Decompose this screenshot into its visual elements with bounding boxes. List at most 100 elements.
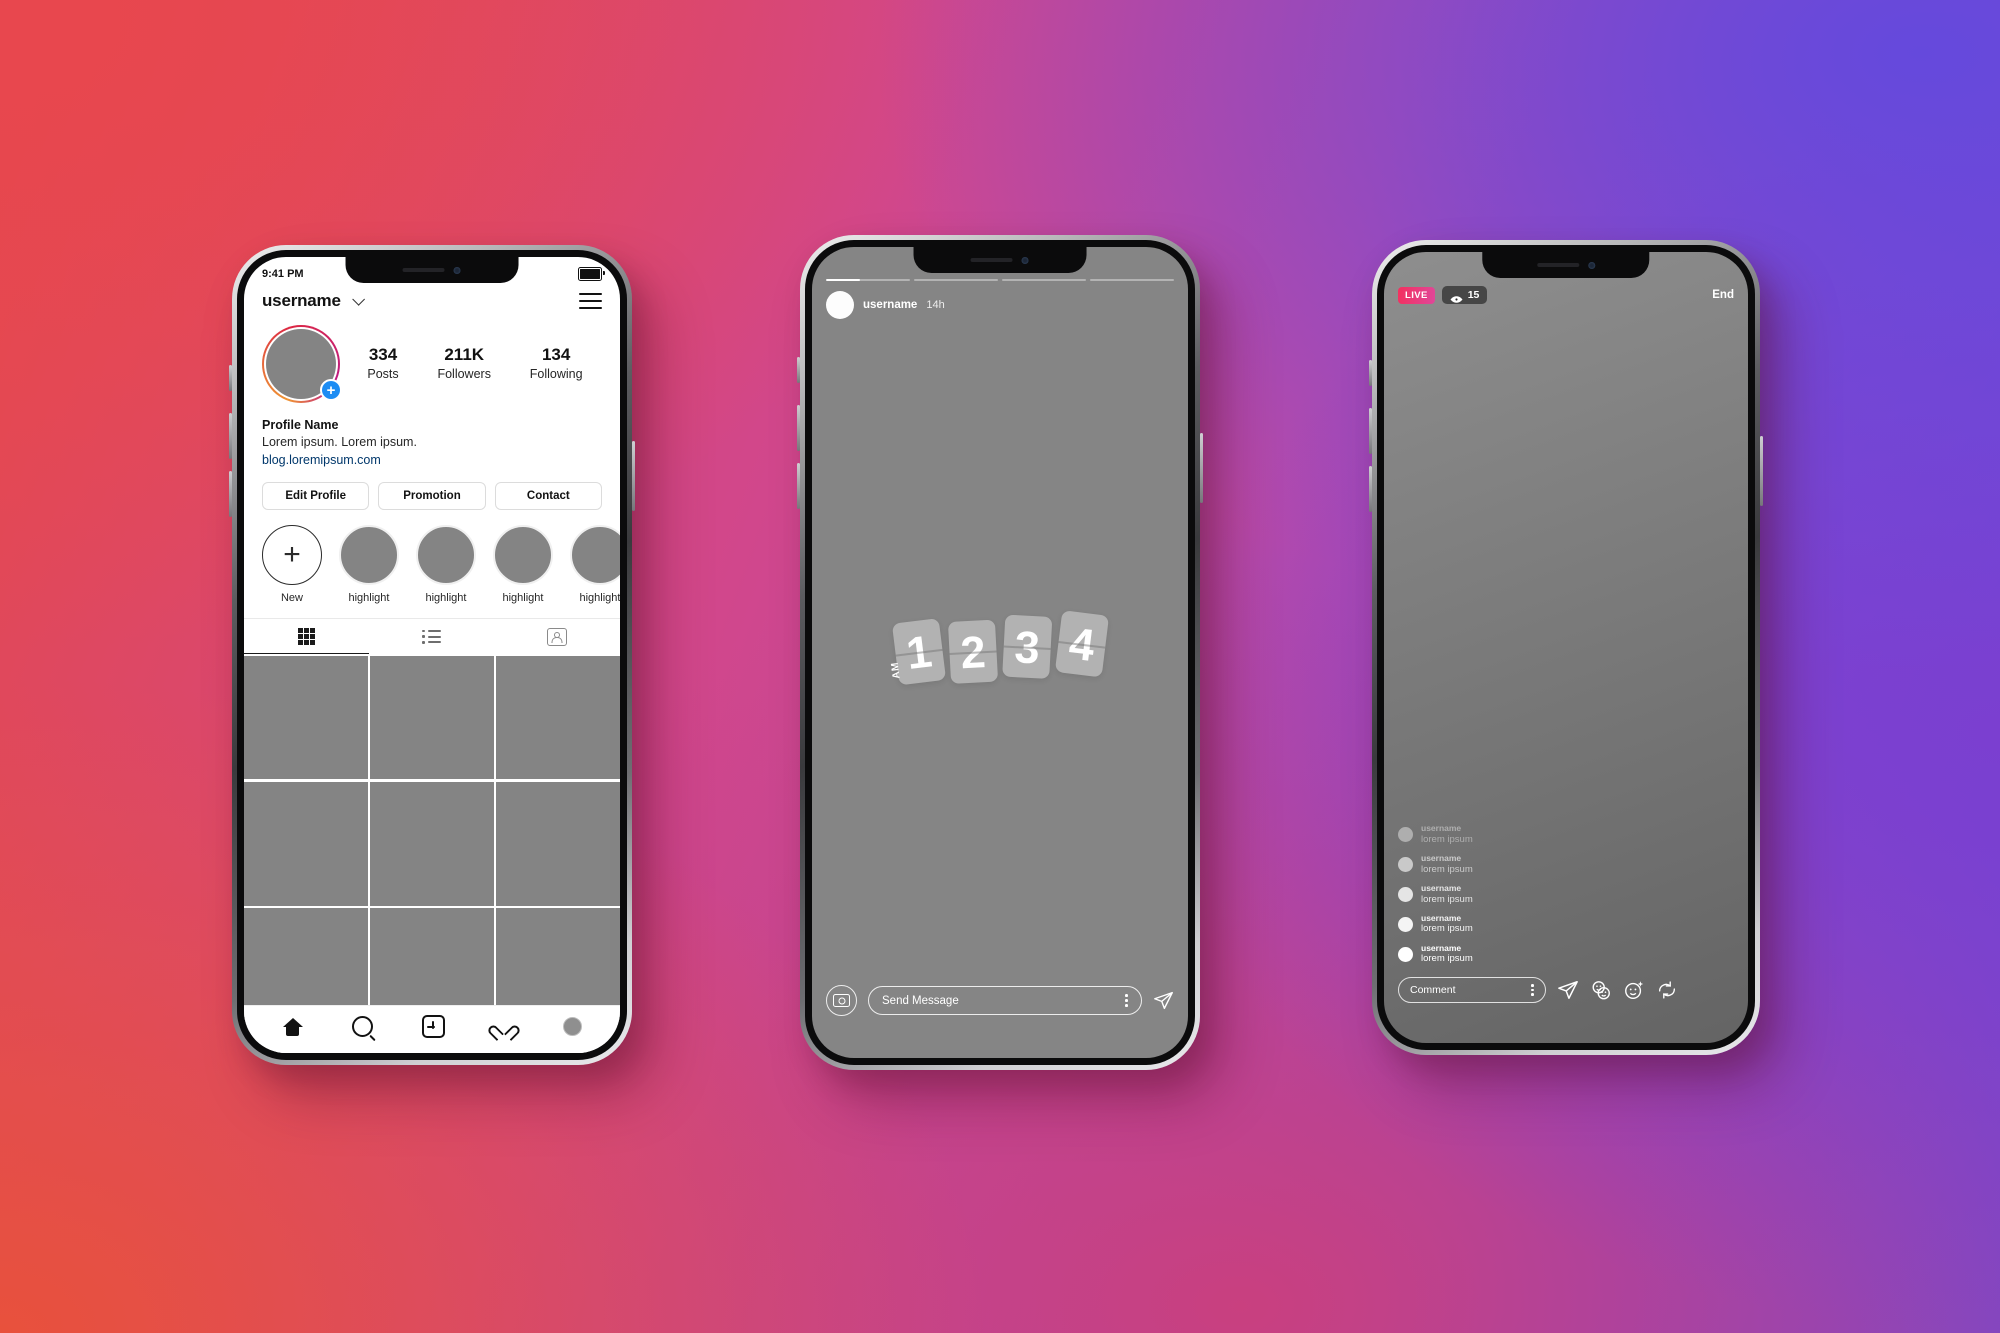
highlight-item[interactable]: highlight [339,524,399,604]
stat-following[interactable]: 134 Following [530,345,583,383]
viewer-count-badge[interactable]: 15 [1441,286,1488,304]
comment-avatar [1398,916,1413,932]
end-live-button[interactable]: End [1712,289,1734,301]
status-time: 9:41 PM [262,268,304,280]
stat-posts[interactable]: 334 Posts [367,345,398,383]
comment-row: username lorem ipsum [1398,853,1660,875]
profile-avatar-icon[interactable] [562,1017,582,1036]
comment-username: username [1421,823,1462,834]
add-story-plus-icon[interactable]: + [320,379,342,401]
volume-down-button[interactable] [1369,466,1372,512]
comment-avatar [1398,946,1413,962]
clock-digit: 2 [947,619,999,684]
comment-row: username lorem ipsum [1398,913,1660,935]
comment-message: lorem ipsum [1421,893,1473,905]
highlight-item[interactable]: highlight [493,524,553,604]
notch [345,257,519,283]
more-vertical-icon[interactable] [1531,983,1534,997]
story-footer: Send Message [826,985,1174,1016]
send-paper-plane-icon[interactable] [1153,990,1174,1011]
progress-segment[interactable] [1090,279,1174,282]
search-icon[interactable] [351,1016,373,1037]
comment-input[interactable]: Comment [1398,977,1546,1003]
battery-full-icon [578,267,605,281]
progress-segment[interactable] [1002,279,1086,282]
story-progress-bars [826,279,1174,282]
comment-avatar [1398,826,1413,842]
progress-segment[interactable] [826,279,910,282]
send-message-input[interactable]: Send Message [868,986,1142,1015]
add-post-icon[interactable] [421,1015,445,1038]
volume-down-button[interactable] [229,471,232,517]
comment-username: username [1421,853,1462,864]
grid-cell[interactable] [244,781,368,906]
posts-label: Posts [367,366,399,381]
highlight-item[interactable]: highlight [416,524,476,604]
tab-list[interactable] [369,619,494,654]
username-dropdown[interactable]: username [262,291,366,311]
highlight-cover [416,524,476,585]
mute-switch[interactable] [797,357,800,383]
tab-grid[interactable] [244,619,370,654]
profile-username: username [262,291,341,310]
home-icon[interactable] [282,1017,303,1036]
heart-icon[interactable] [494,1018,514,1036]
comment-row: username lorem ipsum [1398,883,1660,905]
grid-cell[interactable] [370,781,494,906]
volume-up-button[interactable] [229,413,232,459]
profile-avatar[interactable]: + [262,325,342,403]
highlight-label: highlight [579,591,621,604]
mute-switch[interactable] [229,365,232,391]
promotion-button[interactable]: Promotion [378,481,486,510]
front-camera [1021,256,1029,264]
face-filters-icon[interactable] [1623,979,1645,1001]
earpiece-speaker [1537,263,1579,267]
profile-stats-row: + 334 Posts 211K Followers 134 Following [244,319,620,407]
power-button[interactable] [632,441,635,511]
highlight-cover [570,524,620,585]
highlight-label: New [280,591,303,604]
grid-cell[interactable] [244,655,368,780]
contact-button[interactable]: Contact [494,481,602,510]
profile-bio-text: Lorem ipsum. Lorem ipsum. [262,435,417,450]
more-vertical-icon[interactable] [1125,994,1128,1007]
eye-icon [1450,291,1463,303]
following-count: 134 [541,345,571,365]
profile-bio: Profile Name Lorem ipsum. Lorem ipsum. b… [244,407,620,469]
grid-cell[interactable] [496,655,620,780]
grid-cell[interactable] [496,781,620,906]
phone-profile: 9:41 PM username + 334 Posts 211K Follow… [229,245,635,1065]
clock-sticker[interactable]: 1 AM 2 3 4 [890,609,1110,685]
hamburger-menu-icon[interactable] [579,292,602,310]
send-message-placeholder: Send Message [882,994,959,1007]
send-paper-plane-icon[interactable] [1557,979,1579,1001]
highlight-item[interactable]: highlight [570,524,621,604]
tab-tagged[interactable] [495,619,620,654]
tagged-photos-icon [547,627,568,646]
add-guest-faces-icon[interactable] [1590,979,1612,1001]
comment-message: lorem ipsum [1421,923,1473,935]
progress-segment[interactable] [914,279,998,282]
volume-up-button[interactable] [797,405,800,451]
mute-switch[interactable] [1369,360,1372,386]
comment-username: username [1421,913,1462,924]
flip-camera-icon[interactable] [1656,979,1678,1001]
grid-cell[interactable] [370,655,494,780]
photo-grid [244,653,620,1032]
content-tabs [244,617,620,654]
comment-placeholder: Comment [1410,984,1456,996]
stat-followers[interactable]: 211K Followers [437,345,491,383]
volume-down-button[interactable] [797,463,800,509]
highlight-new[interactable]: + New [262,524,322,604]
phone-story: username 14h 1 AM 2 3 4 Send Message [797,235,1203,1070]
camera-icon[interactable] [826,985,857,1016]
comment-message: lorem ipsum [1421,863,1473,875]
clock-digit: 3 [1002,614,1053,679]
power-button[interactable] [1200,433,1203,503]
story-avatar-icon[interactable] [826,291,854,319]
volume-up-button[interactable] [1369,408,1372,454]
edit-profile-button[interactable]: Edit Profile [262,481,370,510]
power-button[interactable] [1760,436,1763,506]
live-badge: LIVE [1398,286,1435,304]
profile-bio-link[interactable]: blog.loremipsum.com [262,452,602,469]
